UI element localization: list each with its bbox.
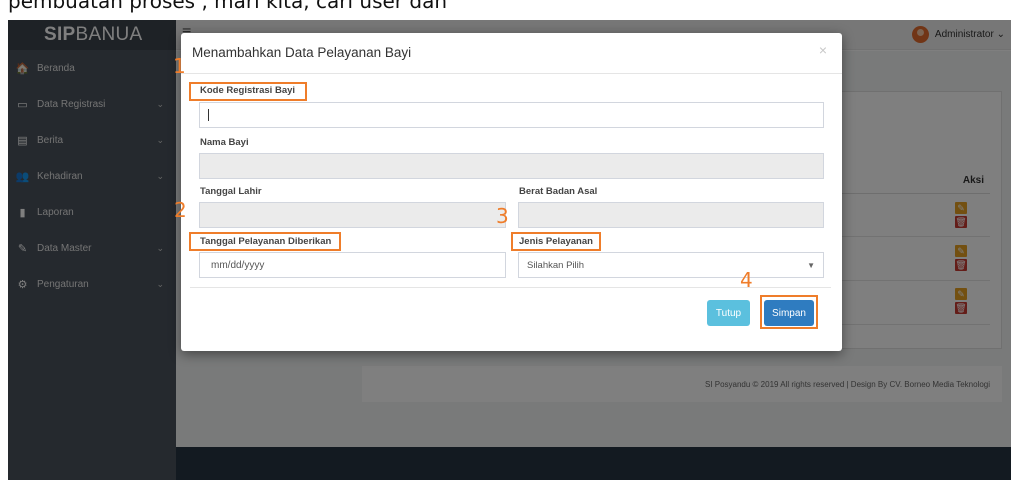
berat-badan-label: Berat Badan Asal <box>519 186 598 197</box>
berat-badan-input[interactable] <box>518 202 824 228</box>
modal-header: Menambahkan Data Pelayanan Bayi × <box>181 33 842 74</box>
annotation-number-3: 3 <box>496 204 509 228</box>
modal-footer-divider <box>190 287 831 288</box>
kode-registrasi-input[interactable] <box>199 102 824 128</box>
add-service-modal: Menambahkan Data Pelayanan Bayi × Kode R… <box>181 33 842 351</box>
caption-strip: pembuatan proses , mari kita, cari user … <box>0 0 1011 20</box>
tutup-button[interactable]: Tutup <box>707 300 750 326</box>
tanggal-lahir-input[interactable] <box>199 202 506 228</box>
annotation-box-simpan <box>760 295 818 329</box>
text-caret <box>208 109 209 121</box>
close-icon[interactable]: × <box>819 42 827 58</box>
tanggal-lahir-label: Tanggal Lahir <box>200 186 262 197</box>
caption-text: pembuatan proses , mari kita, cari user … <box>8 0 447 13</box>
jenis-pelayanan-select[interactable]: Silahkan Pilih ▼ <box>518 252 824 278</box>
annotation-number-1: 1 <box>173 54 186 78</box>
annotation-box-tanggal <box>189 232 341 251</box>
tanggal-pelayanan-input[interactable]: mm/dd/yyyy <box>199 252 506 278</box>
nama-bayi-input[interactable] <box>199 153 824 179</box>
select-value: Silahkan Pilih <box>527 259 585 271</box>
annotation-number-4: 4 <box>740 268 753 292</box>
annotation-number-2: 2 <box>174 198 187 222</box>
annotation-box-jenis <box>511 232 601 251</box>
annotation-box-kode <box>189 82 307 101</box>
nama-bayi-label: Nama Bayi <box>200 137 249 148</box>
chevron-down-icon: ▼ <box>807 261 815 270</box>
modal-title: Menambahkan Data Pelayanan Bayi <box>192 45 412 60</box>
date-placeholder: mm/dd/yyyy <box>211 259 265 271</box>
